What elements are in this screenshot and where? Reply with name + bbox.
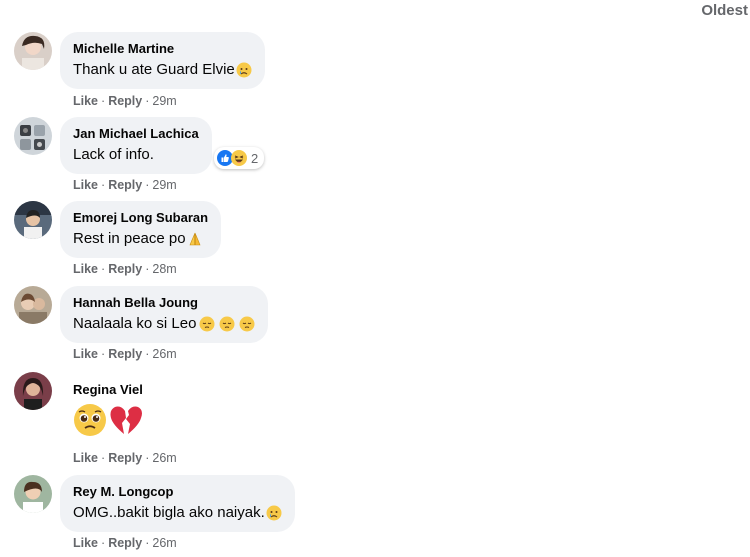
like-link[interactable]: Like bbox=[73, 94, 98, 108]
comment-text bbox=[73, 403, 145, 437]
comment-bubble: Emorej Long Subaran Rest in peace po bbox=[60, 201, 222, 258]
comment-actions: Like · Reply · 26m bbox=[73, 451, 177, 465]
pleading-face-icon bbox=[74, 404, 106, 436]
reaction-count: 2 bbox=[251, 150, 259, 166]
comment-text: Thank u ate Guard Elvie bbox=[73, 60, 252, 80]
reply-link[interactable]: Reply bbox=[108, 178, 142, 192]
avatar[interactable] bbox=[14, 32, 52, 70]
comment-actions: Like · Reply · 28m bbox=[73, 262, 177, 276]
comment-author[interactable]: Rey M. Longcop bbox=[73, 483, 282, 500]
comment-text: OMG..bakit bigla ako naiyak. bbox=[73, 503, 282, 523]
separator: · bbox=[145, 451, 150, 465]
comment-bubble: Hannah Bella Joung Naalaala ko si Leo bbox=[60, 286, 269, 343]
comment-actions: Like · Reply · 26m bbox=[73, 347, 177, 361]
separator: · bbox=[145, 262, 150, 276]
separator: · bbox=[101, 178, 106, 192]
comment-actions: Like · Reply · 29m bbox=[73, 94, 177, 108]
separator: · bbox=[101, 536, 106, 550]
sort-oldest-button[interactable]: Oldest bbox=[701, 2, 748, 19]
separator: · bbox=[101, 94, 106, 108]
comment-text-body: Rest in peace po bbox=[73, 230, 186, 247]
comment-author[interactable]: Jan Michael Lachica bbox=[73, 125, 199, 142]
comment-author[interactable]: Regina Viel bbox=[73, 381, 143, 398]
haha-reaction-icon bbox=[231, 150, 247, 166]
like-link[interactable]: Like bbox=[73, 262, 98, 276]
comment-timestamp[interactable]: 26m bbox=[152, 347, 176, 361]
pensive-face-icon bbox=[219, 316, 235, 332]
comment-bubble: Rey M. Longcop OMG..bakit bigla ako naiy… bbox=[60, 475, 295, 532]
like-link[interactable]: Like bbox=[73, 347, 98, 361]
avatar[interactable] bbox=[14, 475, 52, 513]
folded-hands-icon bbox=[189, 232, 201, 246]
comment-timestamp[interactable]: 26m bbox=[152, 536, 176, 550]
comment-timestamp[interactable]: 28m bbox=[152, 262, 176, 276]
separator: · bbox=[101, 451, 106, 465]
broken-heart-icon bbox=[110, 406, 142, 434]
comment-text: Naalaala ko si Leo bbox=[73, 314, 255, 334]
reply-link[interactable]: Reply bbox=[108, 347, 142, 361]
like-link[interactable]: Like bbox=[73, 178, 98, 192]
comment-text-body: Naalaala ko si Leo bbox=[73, 315, 197, 332]
comment-author[interactable]: Michelle Martine bbox=[73, 40, 252, 57]
cry-face-icon bbox=[266, 505, 282, 521]
avatar[interactable] bbox=[14, 286, 52, 324]
comment-timestamp[interactable]: 29m bbox=[152, 94, 176, 108]
separator: · bbox=[145, 178, 150, 192]
comment-bubble: Michelle Martine Thank u ate Guard Elvie bbox=[60, 32, 265, 89]
separator: · bbox=[145, 347, 150, 361]
comment-text: Rest in peace po bbox=[73, 229, 208, 249]
separator: · bbox=[101, 262, 106, 276]
avatar[interactable] bbox=[14, 117, 52, 155]
comment-bubble: Jan Michael Lachica Lack of info. bbox=[60, 117, 212, 174]
pensive-face-icon bbox=[239, 316, 255, 332]
comment-text-body: Thank u ate Guard Elvie bbox=[73, 61, 235, 78]
comment-author[interactable]: Hannah Bella Joung bbox=[73, 294, 255, 311]
comment-actions: Like · Reply · 26m bbox=[73, 536, 177, 550]
separator: · bbox=[145, 536, 150, 550]
comment-text-body: OMG..bakit bigla ako naiyak. bbox=[73, 504, 265, 521]
comment-text-body: Lack of info. bbox=[73, 146, 154, 163]
reply-link[interactable]: Reply bbox=[108, 94, 142, 108]
avatar[interactable] bbox=[14, 372, 52, 410]
separator: · bbox=[101, 347, 106, 361]
avatar[interactable] bbox=[14, 201, 52, 239]
like-link[interactable]: Like bbox=[73, 451, 98, 465]
comment-timestamp[interactable]: 26m bbox=[152, 451, 176, 465]
comment-text: Lack of info. bbox=[73, 145, 199, 165]
reply-link[interactable]: Reply bbox=[108, 262, 142, 276]
reply-link[interactable]: Reply bbox=[108, 451, 142, 465]
pensive-face-icon bbox=[199, 316, 215, 332]
reply-link[interactable]: Reply bbox=[108, 536, 142, 550]
like-link[interactable]: Like bbox=[73, 536, 98, 550]
cry-face-icon bbox=[236, 62, 252, 78]
comment-actions: Like · Reply · 29m bbox=[73, 178, 177, 192]
comment-timestamp[interactable]: 29m bbox=[152, 178, 176, 192]
comment-author[interactable]: Emorej Long Subaran bbox=[73, 209, 208, 226]
separator: · bbox=[145, 94, 150, 108]
reaction-summary[interactable]: 2 bbox=[214, 147, 265, 169]
